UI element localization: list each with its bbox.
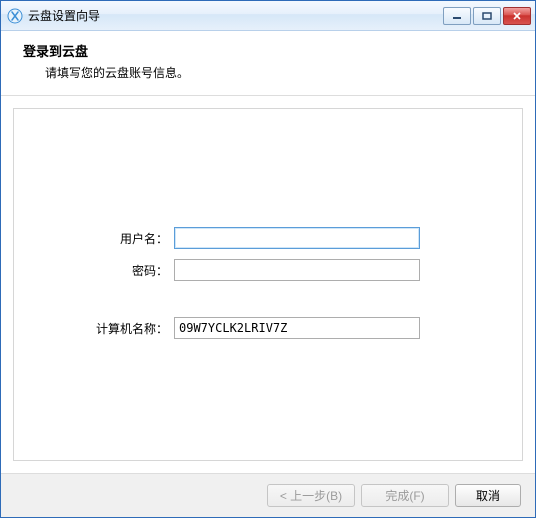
maximize-button[interactable] (473, 7, 501, 25)
close-button[interactable] (503, 7, 531, 25)
window-title: 云盘设置向导 (28, 7, 443, 24)
username-row: 用户名： (14, 227, 522, 249)
page-title: 登录到云盘 (23, 41, 517, 60)
computer-name-label: 计算机名称： (14, 320, 174, 337)
wizard-footer: < 上一步(B) 完成(F) 取消 (1, 473, 535, 517)
username-label: 用户名： (14, 230, 174, 247)
window-controls (443, 7, 531, 25)
password-label: 密码： (14, 262, 174, 279)
password-input[interactable] (174, 259, 420, 281)
minimize-button[interactable] (443, 7, 471, 25)
wizard-body: 用户名： 密码： 计算机名称： (1, 96, 535, 473)
password-row: 密码： (14, 259, 522, 281)
app-icon (7, 8, 23, 24)
computer-name-input[interactable] (174, 317, 420, 339)
titlebar: 云盘设置向导 (1, 1, 535, 31)
cancel-button[interactable]: 取消 (455, 484, 521, 507)
finish-button[interactable]: 完成(F) (361, 484, 449, 507)
computer-name-row: 计算机名称： (14, 317, 522, 339)
username-input[interactable] (174, 227, 420, 249)
setup-wizard-window: 云盘设置向导 登录到云盘 请填写您的云盘账号信息。 用户名： (0, 0, 536, 518)
back-button[interactable]: < 上一步(B) (267, 484, 355, 507)
login-form: 用户名： 密码： 计算机名称： (14, 227, 522, 349)
wizard-header: 登录到云盘 请填写您的云盘账号信息。 (1, 31, 535, 96)
page-subtitle: 请填写您的云盘账号信息。 (45, 64, 517, 81)
form-panel: 用户名： 密码： 计算机名称： (13, 108, 523, 461)
